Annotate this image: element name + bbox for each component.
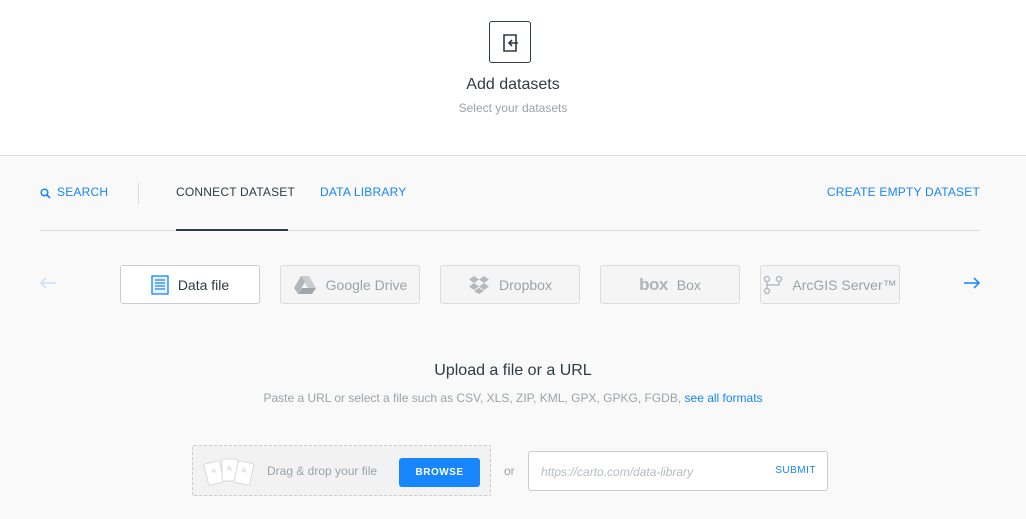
upload-title: Upload a file or a URL — [434, 362, 592, 379]
upload-description: Paste a URL or select a file such as CSV… — [0, 391, 1026, 405]
tab-search-label: SEARCH — [57, 185, 109, 199]
search-icon — [40, 188, 51, 199]
connector-label: Google Drive — [325, 276, 408, 293]
connector-google-drive[interactable]: Google Drive — [280, 265, 420, 304]
page-subtitle: Select your datasets — [458, 101, 568, 115]
url-input-box: SUBMIT — [528, 451, 828, 491]
connector-label: Dropbox — [499, 276, 552, 293]
connector-label: Box — [676, 276, 701, 293]
arrow-right-icon[interactable] — [962, 275, 982, 291]
tab-connect-dataset[interactable]: CONNECT DATASET — [176, 185, 295, 199]
file-dropzone[interactable]: Drag & drop your file BROWSE — [192, 445, 491, 496]
connector-dropbox[interactable]: Dropbox — [440, 265, 580, 304]
connector-data-file[interactable]: Data file — [120, 265, 260, 304]
url-input[interactable] — [541, 462, 761, 482]
modal-header: Add datasets Select your datasets — [0, 0, 1026, 156]
connector-arcgis-server[interactable]: ArcGIS Server™ — [760, 265, 900, 304]
tab-divider — [138, 183, 139, 204]
google-drive-icon — [293, 275, 317, 295]
tab-bar: SEARCH CONNECT DATASET DATA LIBRARY CREA… — [40, 176, 980, 231]
upload-description-text: Paste a URL or select a file such as CSV… — [263, 391, 682, 405]
or-separator: or — [504, 464, 515, 478]
submit-button[interactable]: SUBMIT — [775, 465, 816, 476]
box-logo-icon: box — [639, 274, 668, 294]
drag-drop-text: Drag & drop your file — [267, 464, 378, 478]
active-tab-indicator — [176, 229, 288, 231]
page-title: Add datasets — [466, 76, 560, 93]
document-icon — [151, 274, 169, 295]
see-all-formats-link[interactable]: see all formats — [685, 391, 763, 405]
arcgis-icon — [763, 275, 783, 295]
connector-label: ArcGIS Server™ — [792, 276, 897, 293]
create-empty-dataset-button[interactable]: CREATE EMPTY DATASET — [827, 185, 980, 199]
import-arrow-icon — [489, 21, 531, 63]
browse-button[interactable]: BROWSE — [399, 458, 480, 487]
files-icon — [203, 456, 259, 493]
tab-data-library[interactable]: DATA LIBRARY — [320, 185, 406, 199]
connector-label: Data file — [177, 276, 230, 293]
tab-search[interactable]: SEARCH — [40, 185, 108, 199]
arrow-left-icon[interactable] — [38, 275, 58, 291]
connector-box[interactable]: box Box — [600, 265, 740, 304]
dropbox-icon — [468, 275, 490, 295]
